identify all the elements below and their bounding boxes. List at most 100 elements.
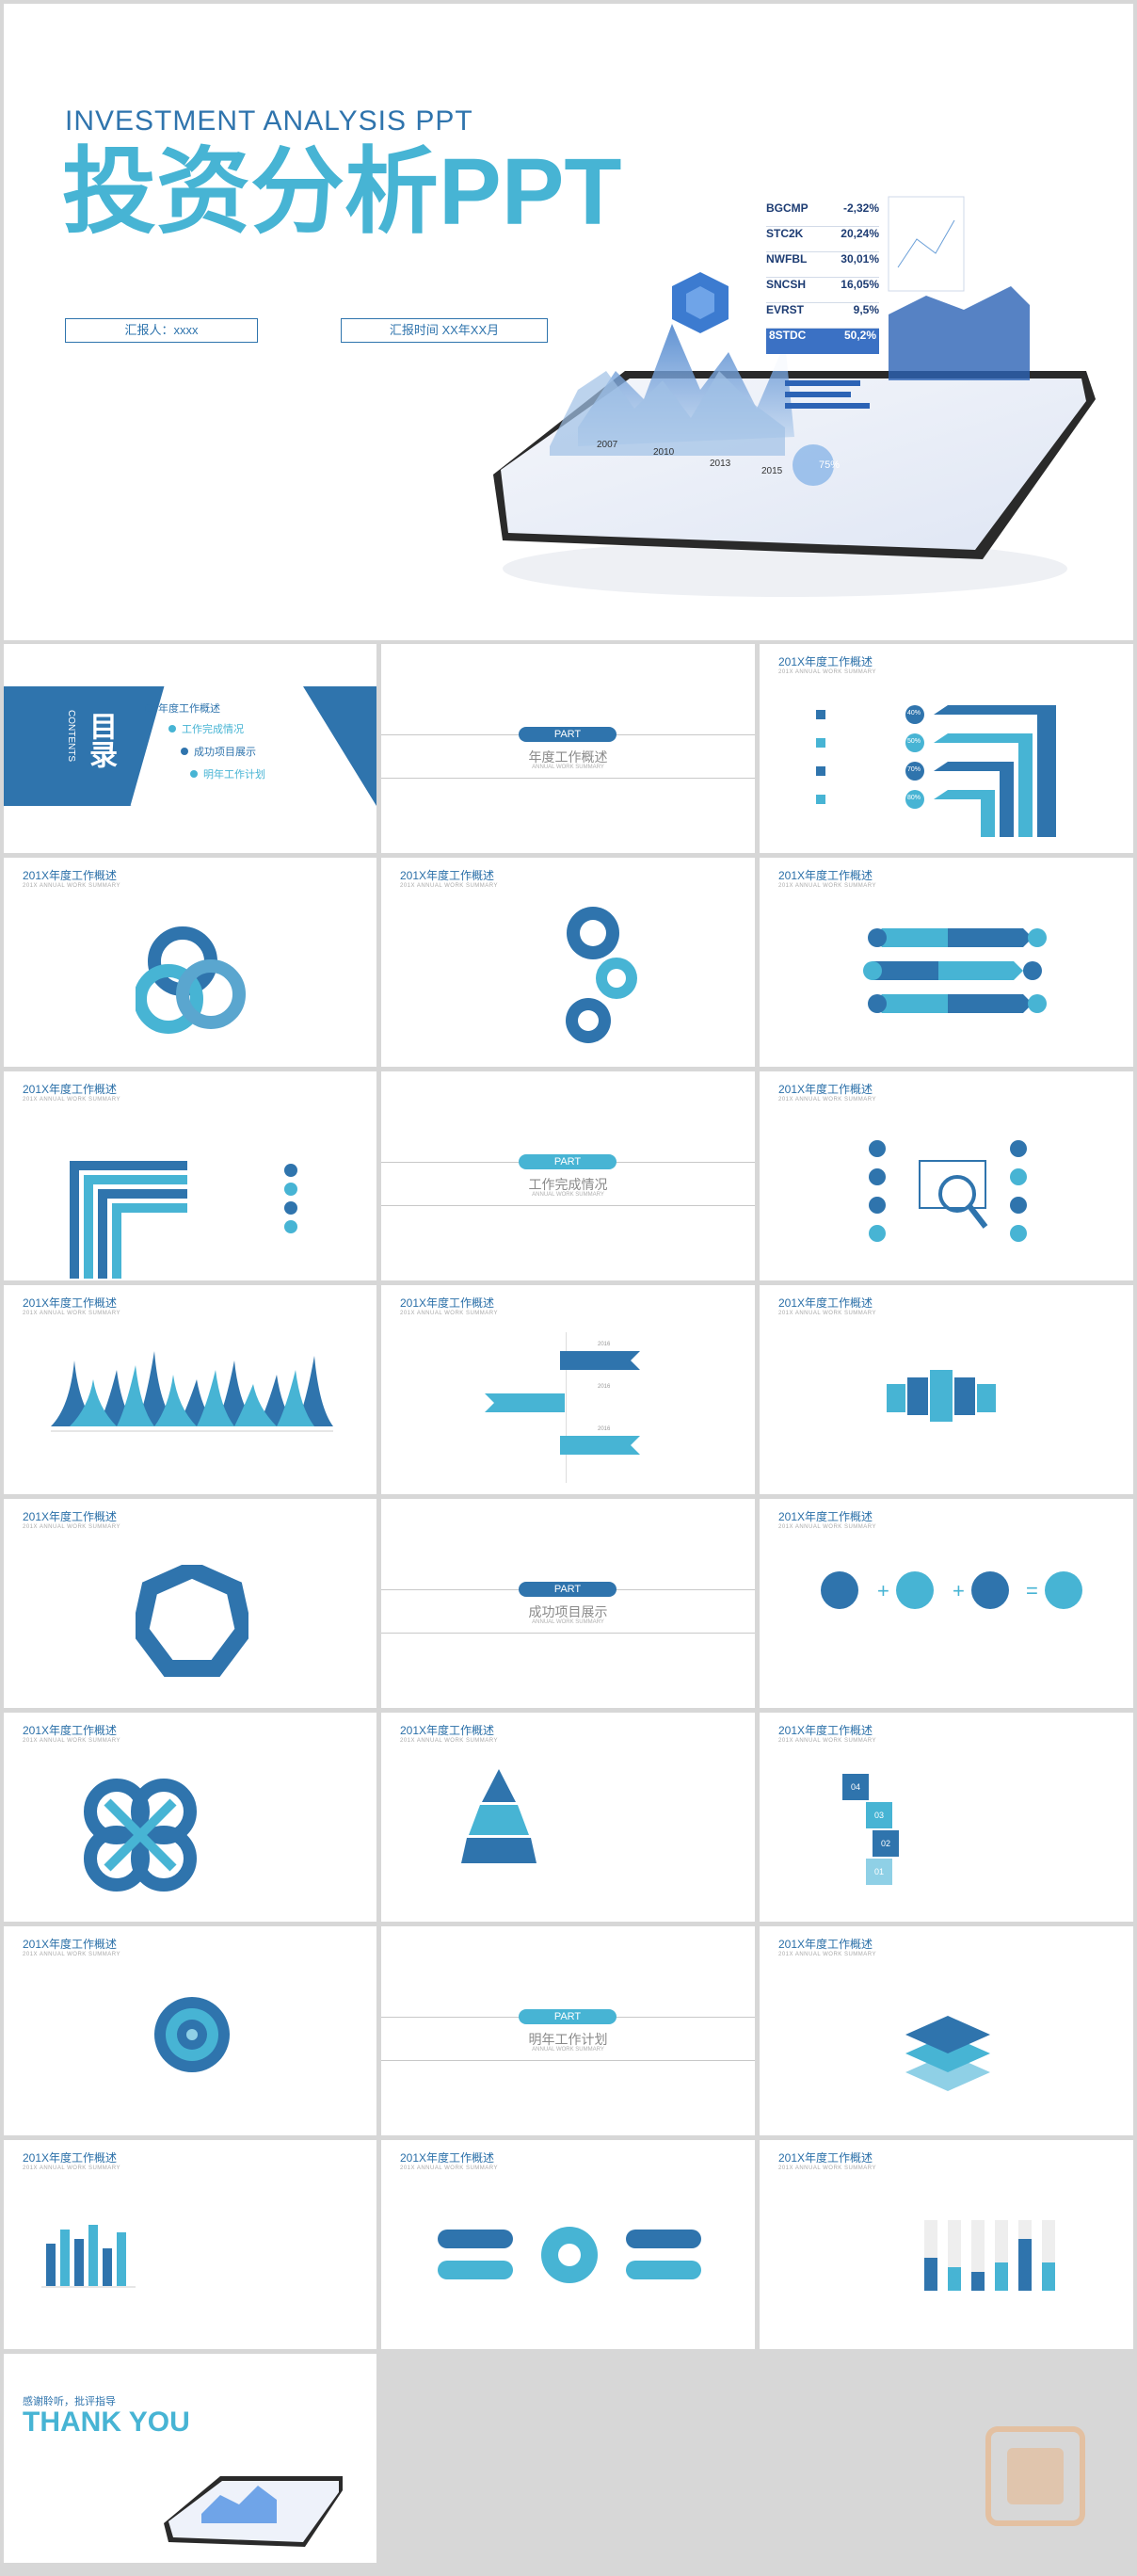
slide-peaks: 201X年度工作概述 201X ANNUAL WORK SUMMARY: [4, 1285, 376, 1494]
cubes-graphic: [887, 1370, 996, 1422]
slide-subtitle: 201X ANNUAL WORK SUMMARY: [778, 1738, 877, 1744]
slide-target: 201X年度工作概述 201X ANNUAL WORK SUMMARY: [4, 1926, 376, 2135]
slide-title: 201X年度工作概述: [778, 2151, 873, 2165]
ticker-row: 8STDC 50,2%: [766, 329, 879, 354]
tablet-mini: [164, 2476, 343, 2547]
toc-item[interactable]: 明年工作计划: [190, 766, 265, 781]
part-slide-4: PART 明年工作计划 ANNUAL WORK SUMMARY: [381, 1926, 755, 2135]
ticker-row: BGCMP -2,32%: [766, 201, 879, 227]
reporter-box: 汇报人：xxxx: [65, 318, 258, 343]
toc-title-en: CONTENTS: [66, 710, 76, 762]
part-title: 年度工作概述: [528, 749, 608, 765]
part-title: 明年工作计划: [528, 2032, 608, 2047]
cycle-diagram: [136, 926, 246, 1034]
slide-title: 201X年度工作概述: [400, 1296, 495, 1310]
slide-gears: 201X年度工作概述 201X ANNUAL WORK SUMMARY: [381, 858, 755, 1067]
step-box: 01: [866, 1859, 892, 1885]
slide-title: 201X年度工作概述: [778, 1083, 873, 1096]
slide-stairs: 201X年度工作概述 201X ANNUAL WORK SUMMARY: [4, 1071, 376, 1280]
slide-subtitle: 201X ANNUAL WORK SUMMARY: [23, 1311, 121, 1316]
heptagon-diagram: [136, 1565, 248, 1677]
slide-subtitle: 201X ANNUAL WORK SUMMARY: [778, 1524, 877, 1530]
slide-title: 201X年度工作概述: [400, 2151, 495, 2165]
slide-title: 201X年度工作概述: [400, 1724, 495, 1737]
slide-timeline: 201X年度工作概述 201X ANNUAL WORK SUMMARY 2016…: [381, 1285, 755, 1494]
slide-title: 201X年度工作概述: [23, 1510, 118, 1523]
part-sub: ANNUAL WORK SUMMARY: [532, 1192, 604, 1198]
slide-layers: 201X年度工作概述 201X ANNUAL WORK SUMMARY: [760, 1926, 1133, 2135]
slide-cycle: 201X年度工作概述 201X ANNUAL WORK SUMMARY: [4, 858, 376, 1067]
toc-item[interactable]: 年度工作概述: [145, 700, 220, 716]
part-pill: PART: [519, 727, 617, 742]
slide-title: 201X年度工作概述: [400, 869, 495, 882]
thankyou-big: THANK YOU: [23, 2407, 190, 2438]
part-title: 工作完成情况: [528, 1177, 608, 1192]
part-pill: PART: [519, 1582, 617, 1597]
svg-text:=: =: [1026, 1579, 1038, 1602]
slide-subtitle: 201X ANNUAL WORK SUMMARY: [400, 883, 499, 889]
part-slide-3: PART 成功项目展示 ANNUAL WORK SUMMARY: [381, 1499, 755, 1708]
toc-title: 目录: [85, 712, 116, 768]
bars-graphic: [41, 2225, 136, 2288]
slide-subtitle: 201X ANNUAL WORK SUMMARY: [778, 1311, 877, 1316]
peaks-chart: [51, 1351, 333, 1432]
equation-icons: + + =: [821, 1571, 1082, 1609]
slide-title: 201X年度工作概述: [778, 1938, 873, 1951]
slide-percent-arrows: 201X年度工作概述 201X ANNUAL WORK SUMMARY 40% …: [760, 644, 1133, 853]
slide-gear-center: 201X年度工作概述 201X ANNUAL WORK SUMMARY: [381, 2140, 755, 2349]
toc-item[interactable]: 成功项目展示: [181, 744, 256, 759]
logo-watermark: [985, 2426, 1085, 2526]
part-slide-1: PART 年度工作概述 ANNUAL WORK SUMMARY: [381, 644, 755, 853]
toc-item[interactable]: 工作完成情况: [168, 721, 244, 736]
slide-subtitle: 201X ANNUAL WORK SUMMARY: [23, 1952, 121, 1957]
slide-subtitle: 201X ANNUAL WORK SUMMARY: [778, 669, 877, 675]
magnifier-icon: [869, 1140, 1027, 1242]
slide-subtitle: 201X ANNUAL WORK SUMMARY: [23, 1097, 121, 1103]
part-sub: ANNUAL WORK SUMMARY: [532, 1619, 604, 1625]
ticker-row: SNCSH 16,05%: [766, 278, 879, 303]
slide-magnifier: 201X年度工作概述 201X ANNUAL WORK SUMMARY: [760, 1071, 1133, 1280]
slide-title: 201X年度工作概述: [778, 1296, 873, 1310]
slide-steps: 201X年度工作概述 201X ANNUAL WORK SUMMARY 04 0…: [760, 1713, 1133, 1922]
clover-diagram: [84, 1779, 197, 1892]
slide-arrows-icons: 201X年度工作概述 201X ANNUAL WORK SUMMARY: [760, 858, 1133, 1067]
slide-subtitle: 201X ANNUAL WORK SUMMARY: [23, 1524, 121, 1530]
time-label: 汇报时间 XX年XX月: [389, 323, 500, 337]
slide-clover: 201X年度工作概述 201X ANNUAL WORK SUMMARY: [4, 1713, 376, 1922]
step-box: 02: [873, 1830, 899, 1857]
stair-arrows: [70, 1161, 297, 1279]
slide-subtitle: 201X ANNUAL WORK SUMMARY: [23, 883, 121, 889]
arrow-diagram: [816, 705, 1056, 837]
slide-title: 201X年度工作概述: [778, 1724, 873, 1737]
cover-title-en: INVESTMENT ANALYSIS PPT: [65, 105, 473, 137]
arrow-icons-diagram: [863, 928, 1047, 1013]
ticker-row: NWFBL 30,01%: [766, 252, 879, 278]
part-sub: ANNUAL WORK SUMMARY: [532, 2047, 604, 2053]
ticker-row: STC2K 20,24%: [766, 227, 879, 252]
toc-slide: 目录 CONTENTS 年度工作概述 工作完成情况 成功项目展示 明年工作计划: [4, 644, 376, 853]
step-box: 04: [842, 1774, 869, 1800]
slide-heptagon: 201X年度工作概述 201X ANNUAL WORK SUMMARY: [4, 1499, 376, 1708]
gauge-label: 75%: [819, 459, 841, 471]
target-icon: [154, 1997, 230, 2072]
reporter-label: 汇报人：xxxx: [124, 323, 199, 337]
slide-subtitle: 201X ANNUAL WORK SUMMARY: [23, 1738, 121, 1744]
slide-equation: 201X年度工作概述 201X ANNUAL WORK SUMMARY + + …: [760, 1499, 1133, 1708]
slide-subtitle: 201X ANNUAL WORK SUMMARY: [778, 883, 877, 889]
timeline-ribbons: [485, 1351, 640, 1455]
slide-title: 201X年度工作概述: [778, 869, 873, 882]
slide-title: 201X年度工作概述: [778, 655, 873, 668]
part-slide-2: PART 工作完成情况 ANNUAL WORK SUMMARY: [381, 1071, 755, 1280]
slide-subtitle: 201X ANNUAL WORK SUMMARY: [778, 1097, 877, 1103]
slide-subtitle: 201X ANNUAL WORK SUMMARY: [778, 2165, 877, 2171]
slide-cubes: 201X年度工作概述 201X ANNUAL WORK SUMMARY: [760, 1285, 1133, 1494]
slide-title: 201X年度工作概述: [23, 1083, 118, 1096]
cover-slide: INVESTMENT ANALYSIS PPT 投资分析PPT 汇报人：xxxx…: [4, 4, 1133, 640]
layers-icon: [905, 2016, 990, 2091]
slide-bar-chart: 201X年度工作概述 201X ANNUAL WORK SUMMARY: [4, 2140, 376, 2349]
vertical-bars-graphic: [924, 2220, 1055, 2291]
slide-subtitle: 201X ANNUAL WORK SUMMARY: [400, 1311, 499, 1316]
slide-subtitle: 201X ANNUAL WORK SUMMARY: [400, 1738, 499, 1744]
slide-title: 201X年度工作概述: [23, 1724, 118, 1737]
slide-vertical-bars: 201X年度工作概述 201X ANNUAL WORK SUMMARY: [760, 2140, 1133, 2349]
